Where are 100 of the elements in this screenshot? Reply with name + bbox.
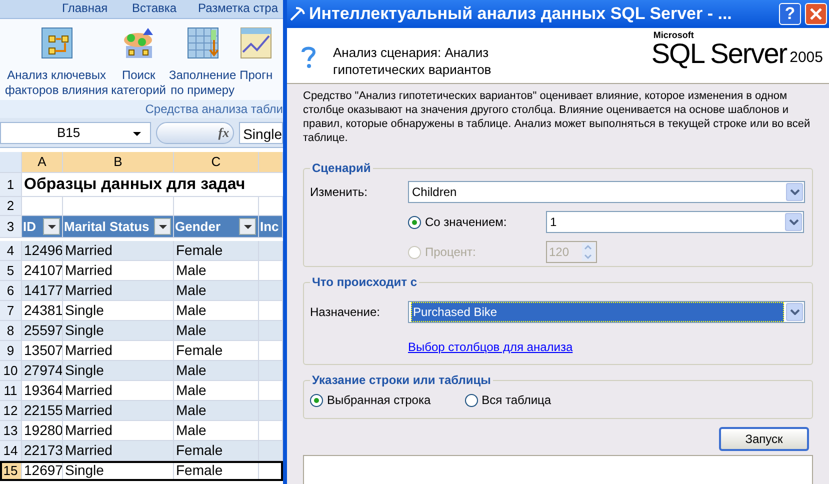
table-cell: Male (174, 301, 259, 321)
help-button[interactable]: ? (779, 3, 801, 25)
column-title: ID (22, 218, 36, 236)
table-cell: Married (63, 281, 174, 301)
option-label: Выбранная строка (327, 392, 431, 409)
select-all-corner (0, 152, 22, 173)
row-number: 10 (0, 361, 22, 381)
ribbon-tab[interactable]: Разметка стра (198, 1, 278, 16)
row-number: 14 (0, 441, 22, 461)
table-cell: Male (174, 421, 259, 441)
table-cell (259, 361, 283, 381)
table-cell: Married (63, 421, 174, 441)
row-number: 13 (0, 421, 22, 441)
ribbon-tab[interactable]: Вставка (132, 1, 177, 16)
ribbon-button[interactable]: Заполнение по примеру (168, 24, 236, 98)
radio-button[interactable] (310, 394, 323, 406)
dialog-heading: Анализ сценария: Анализ гипотетических вариантов (333, 44, 492, 78)
table-cell: 24107 (22, 261, 63, 281)
dropdown[interactable]: 1 (546, 211, 804, 233)
row-number: 8 (0, 321, 22, 341)
radio-button[interactable] (408, 216, 421, 228)
table-cell: 22173 (22, 441, 63, 461)
table-cell: 19280 (22, 421, 63, 441)
row-number: 5 (0, 261, 22, 281)
table-cell: Female (174, 341, 259, 361)
caret-icon (133, 132, 142, 136)
name-box[interactable]: B15 (0, 122, 152, 144)
window-title: Интеллектуальный анализ данных SQL Server - ... (309, 3, 733, 26)
table-cell: 14177 (22, 281, 63, 301)
table-cell: 25597 (22, 321, 63, 341)
field-label: Изменить: (310, 184, 368, 201)
row-number: 15 (0, 461, 22, 481)
column-title: Gender (174, 218, 221, 236)
table-cell: Male (174, 281, 259, 301)
ribbon-tab[interactable]: Главная (62, 1, 108, 16)
group-title: Сценарий (311, 160, 372, 177)
filter-button[interactable] (43, 218, 60, 235)
ribbon-button[interactable]: Прогн (239, 24, 274, 83)
radio-button[interactable] (464, 394, 478, 406)
table-cell: Male (174, 261, 259, 281)
filter-button[interactable] (239, 218, 256, 235)
row-number: 11 (0, 381, 22, 401)
table-cell: Single (63, 361, 174, 381)
table-cell (259, 321, 283, 341)
table-cell: Single (63, 461, 174, 481)
question-icon (300, 44, 317, 69)
table-cell: Single (63, 301, 174, 321)
chevron-down-icon (790, 189, 800, 195)
column-header: B (63, 152, 174, 173)
row-number: 3 (0, 216, 22, 238)
filter-button[interactable] (154, 218, 171, 235)
formula-field[interactable]: Single (239, 122, 283, 144)
table-cell: 22155 (22, 401, 63, 421)
dropdown[interactable]: Children (408, 181, 805, 203)
column-header (259, 152, 283, 173)
row-number: 12 (0, 401, 22, 421)
table-cell: Married (63, 241, 174, 261)
grid-icon (40, 26, 74, 60)
column-header: C (174, 152, 259, 173)
table-cell (259, 421, 283, 441)
table-cell: 12496 (22, 241, 63, 261)
table-cell (259, 341, 283, 361)
group-title: Указание строки или таблицы (311, 372, 492, 389)
grid-icon (186, 26, 220, 60)
table-cell: Married (63, 401, 174, 421)
group-label: Средства анализа табли (145, 101, 283, 118)
pickaxe-icon (289, 6, 305, 22)
table-cell: Male (174, 321, 259, 341)
table-cell: Female (174, 441, 259, 461)
option-label: Процент: (425, 244, 476, 261)
column-title: Marital Status (63, 218, 150, 236)
row-number: 1 (0, 173, 22, 197)
table-cell: Married (63, 341, 174, 361)
column-selection-link[interactable]: Выбор столбцов для анализа (408, 338, 573, 356)
dropdown[interactable]: Purchased Bike (408, 301, 805, 323)
ribbon-button[interactable]: Поиск категорий (111, 24, 166, 98)
table-cell: 24381 (22, 301, 63, 321)
table-cell: 12697 (22, 461, 63, 481)
table-cell: Married (63, 261, 174, 281)
table-cell (259, 301, 283, 321)
close-button[interactable] (805, 3, 827, 25)
run-button[interactable]: Запуск (719, 427, 809, 451)
table-cell: Female (174, 241, 259, 261)
table-cell: Married (63, 441, 174, 461)
sheet-title: Образцы данных для задач (24, 174, 246, 194)
column-header: A (22, 152, 63, 173)
table-cell: Single (63, 321, 174, 341)
option-label: Со значением: (425, 214, 507, 231)
description-text: Средство "Анализ гипотетических вариантов" оценивает влияние, которое изменения в одном столбце оказывают на значения другого столбца. Влияние оценивается на основе шаблонов и правил, которые обнаружены в таблице. Анализ может выполняться в текущей строке или во всей таблице. (303, 89, 812, 145)
ribbon-button[interactable]: Анализ ключевых факторов влияния (5, 24, 108, 98)
row-number: 6 (0, 281, 22, 301)
table-cell (259, 241, 283, 261)
chevron-down-icon (788, 219, 798, 225)
table-cell (259, 441, 283, 461)
function-button[interactable]: fx (218, 122, 230, 142)
table-cell: Male (174, 361, 259, 381)
row-number: 2 (0, 197, 22, 216)
table-cell (259, 401, 283, 421)
table-cell: Male (174, 381, 259, 401)
table-cell (259, 281, 283, 301)
